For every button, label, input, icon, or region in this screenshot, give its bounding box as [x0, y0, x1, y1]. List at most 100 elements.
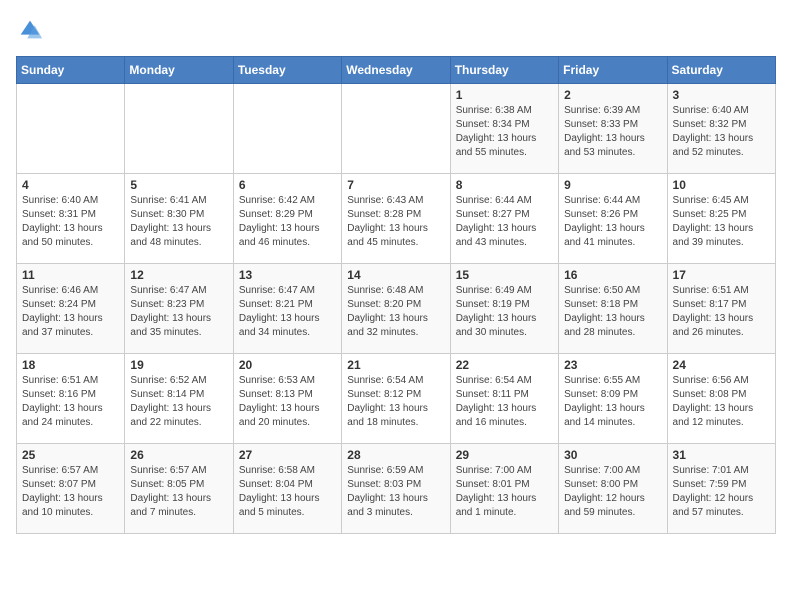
day-number: 9: [564, 178, 661, 192]
day-number: 8: [456, 178, 553, 192]
day-number: 29: [456, 448, 553, 462]
day-number: 20: [239, 358, 336, 372]
header-cell-tuesday: Tuesday: [233, 57, 341, 84]
day-cell: 30 Sunrise: 7:00 AM Sunset: 8:00 PM Dayli…: [559, 444, 667, 534]
day-cell: 17 Sunrise: 6:51 AM Sunset: 8:17 PM Dayli…: [667, 264, 775, 354]
day-number: 25: [22, 448, 119, 462]
day-cell: 12 Sunrise: 6:47 AM Sunset: 8:23 PM Dayli…: [125, 264, 233, 354]
day-cell: 19Sunrise: 6:52 AM Sunset: 8:14 PM Dayli…: [125, 354, 233, 444]
header-cell-saturday: Saturday: [667, 57, 775, 84]
day-info: Sunrise: 6:59 AM Sunset: 8:03 PM Dayligh…: [347, 464, 444, 520]
day-cell: 27Sunrise: 6:58 AM Sunset: 8:04 PM Dayli…: [233, 444, 341, 534]
day-cell: 11 Sunrise: 6:46 AM Sunset: 8:24 PM Dayli…: [17, 264, 125, 354]
day-info: Sunrise: 6:54 AM Sunset: 8:11 PM Dayligh…: [456, 374, 553, 430]
day-number: 4: [22, 178, 119, 192]
day-cell: 4 Sunrise: 6:40 AM Sunset: 8:31 PM Daylig…: [17, 174, 125, 264]
calendar-body: 1 Sunrise: 6:38 AM Sunset: 8:34 PM Daylig…: [17, 84, 776, 534]
day-info: Sunrise: 6:55 AM Sunset: 8:09 PM Dayligh…: [564, 374, 661, 430]
day-number: 26: [130, 448, 227, 462]
day-cell: 10Sunrise: 6:45 AM Sunset: 8:25 PM Dayli…: [667, 174, 775, 264]
week-row-5: 25 Sunrise: 6:57 AM Sunset: 8:07 PM Dayli…: [17, 444, 776, 534]
header-cell-monday: Monday: [125, 57, 233, 84]
day-info: Sunrise: 6:50 AM Sunset: 8:18 PM Dayligh…: [564, 284, 661, 340]
day-info: Sunrise: 6:53 AM Sunset: 8:13 PM Dayligh…: [239, 374, 336, 430]
day-number: 24: [673, 358, 770, 372]
day-cell: 14 Sunrise: 6:48 AM Sunset: 8:20 PM Dayli…: [342, 264, 450, 354]
day-cell: 13Sunrise: 6:47 AM Sunset: 8:21 PM Dayli…: [233, 264, 341, 354]
day-number: 23: [564, 358, 661, 372]
day-cell: [125, 84, 233, 174]
day-number: 3: [673, 88, 770, 102]
day-info: Sunrise: 6:43 AM Sunset: 8:28 PM Dayligh…: [347, 194, 444, 250]
day-info: Sunrise: 7:01 AM Sunset: 7:59 PM Dayligh…: [673, 464, 770, 520]
day-number: 10: [673, 178, 770, 192]
day-cell: 29 Sunrise: 7:00 AM Sunset: 8:01 PM Dayli…: [450, 444, 558, 534]
day-info: Sunrise: 6:51 AM Sunset: 8:17 PM Dayligh…: [673, 284, 770, 340]
day-cell: 9 Sunrise: 6:44 AM Sunset: 8:26 PM Daylig…: [559, 174, 667, 264]
day-cell: 16 Sunrise: 6:50 AM Sunset: 8:18 PM Dayli…: [559, 264, 667, 354]
day-number: 12: [130, 268, 227, 282]
day-cell: 18 Sunrise: 6:51 AM Sunset: 8:16 PM Dayli…: [17, 354, 125, 444]
day-number: 18: [22, 358, 119, 372]
day-info: Sunrise: 7:00 AM Sunset: 8:01 PM Dayligh…: [456, 464, 553, 520]
day-info: Sunrise: 6:49 AM Sunset: 8:19 PM Dayligh…: [456, 284, 553, 340]
day-info: Sunrise: 6:56 AM Sunset: 8:08 PM Dayligh…: [673, 374, 770, 430]
day-info: Sunrise: 6:42 AM Sunset: 8:29 PM Dayligh…: [239, 194, 336, 250]
day-info: Sunrise: 6:52 AM Sunset: 8:14 PM Dayligh…: [130, 374, 227, 430]
day-info: Sunrise: 6:39 AM Sunset: 8:33 PM Dayligh…: [564, 104, 661, 160]
day-number: 30: [564, 448, 661, 462]
day-cell: 24 Sunrise: 6:56 AM Sunset: 8:08 PM Dayli…: [667, 354, 775, 444]
day-info: Sunrise: 6:40 AM Sunset: 8:32 PM Dayligh…: [673, 104, 770, 160]
day-cell: 31 Sunrise: 7:01 AM Sunset: 7:59 PM Dayli…: [667, 444, 775, 534]
page-header: [16, 16, 776, 44]
header-cell-friday: Friday: [559, 57, 667, 84]
header-row: SundayMondayTuesdayWednesdayThursdayFrid…: [17, 57, 776, 84]
day-number: 5: [130, 178, 227, 192]
day-number: 31: [673, 448, 770, 462]
week-row-3: 11 Sunrise: 6:46 AM Sunset: 8:24 PM Dayli…: [17, 264, 776, 354]
day-cell: 15 Sunrise: 6:49 AM Sunset: 8:19 PM Dayli…: [450, 264, 558, 354]
day-info: Sunrise: 6:38 AM Sunset: 8:34 PM Dayligh…: [456, 104, 553, 160]
day-cell: 25 Sunrise: 6:57 AM Sunset: 8:07 PM Dayli…: [17, 444, 125, 534]
logo: [16, 16, 48, 44]
day-number: 14: [347, 268, 444, 282]
day-info: Sunrise: 6:41 AM Sunset: 8:30 PM Dayligh…: [130, 194, 227, 250]
day-number: 15: [456, 268, 553, 282]
day-number: 1: [456, 88, 553, 102]
header-cell-thursday: Thursday: [450, 57, 558, 84]
day-cell: 2 Sunrise: 6:39 AM Sunset: 8:33 PM Daylig…: [559, 84, 667, 174]
day-info: Sunrise: 6:40 AM Sunset: 8:31 PM Dayligh…: [22, 194, 119, 250]
day-info: Sunrise: 6:57 AM Sunset: 8:05 PM Dayligh…: [130, 464, 227, 520]
day-number: 6: [239, 178, 336, 192]
week-row-1: 1 Sunrise: 6:38 AM Sunset: 8:34 PM Daylig…: [17, 84, 776, 174]
day-cell: [17, 84, 125, 174]
day-number: 7: [347, 178, 444, 192]
day-number: 13: [239, 268, 336, 282]
day-cell: 8Sunrise: 6:44 AM Sunset: 8:27 PM Daylig…: [450, 174, 558, 264]
day-info: Sunrise: 6:47 AM Sunset: 8:23 PM Dayligh…: [130, 284, 227, 340]
day-info: Sunrise: 6:48 AM Sunset: 8:20 PM Dayligh…: [347, 284, 444, 340]
day-cell: 3 Sunrise: 6:40 AM Sunset: 8:32 PM Daylig…: [667, 84, 775, 174]
day-number: 28: [347, 448, 444, 462]
day-info: Sunrise: 7:00 AM Sunset: 8:00 PM Dayligh…: [564, 464, 661, 520]
day-info: Sunrise: 6:51 AM Sunset: 8:16 PM Dayligh…: [22, 374, 119, 430]
day-cell: 7 Sunrise: 6:43 AM Sunset: 8:28 PM Daylig…: [342, 174, 450, 264]
day-number: 27: [239, 448, 336, 462]
day-cell: 23 Sunrise: 6:55 AM Sunset: 8:09 PM Dayli…: [559, 354, 667, 444]
day-number: 2: [564, 88, 661, 102]
calendar-table: SundayMondayTuesdayWednesdayThursdayFrid…: [16, 56, 776, 534]
day-cell: 26 Sunrise: 6:57 AM Sunset: 8:05 PM Dayli…: [125, 444, 233, 534]
day-number: 17: [673, 268, 770, 282]
day-number: 22: [456, 358, 553, 372]
day-cell: [233, 84, 341, 174]
day-number: 16: [564, 268, 661, 282]
day-cell: 28 Sunrise: 6:59 AM Sunset: 8:03 PM Dayli…: [342, 444, 450, 534]
day-cell: 1 Sunrise: 6:38 AM Sunset: 8:34 PM Daylig…: [450, 84, 558, 174]
header-cell-wednesday: Wednesday: [342, 57, 450, 84]
day-info: Sunrise: 6:44 AM Sunset: 8:26 PM Dayligh…: [564, 194, 661, 250]
day-cell: 21Sunrise: 6:54 AM Sunset: 8:12 PM Dayli…: [342, 354, 450, 444]
day-info: Sunrise: 6:46 AM Sunset: 8:24 PM Dayligh…: [22, 284, 119, 340]
day-number: 11: [22, 268, 119, 282]
day-info: Sunrise: 6:57 AM Sunset: 8:07 PM Dayligh…: [22, 464, 119, 520]
header-cell-sunday: Sunday: [17, 57, 125, 84]
